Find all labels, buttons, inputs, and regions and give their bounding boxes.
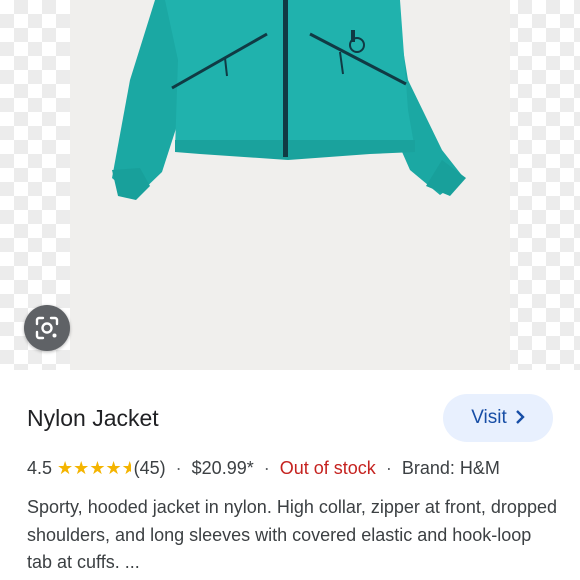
product-price: $20.99* [191,458,254,478]
stars-full: ★★★★ [57,458,122,478]
product-brand: Brand: H&M [401,458,500,478]
product-description: Sporty, hooded jacket in nylon. High col… [27,497,557,572]
lens-search-button[interactable] [24,305,70,351]
star-rating-icon: ★★★★★ [57,458,134,478]
visit-button[interactable]: Visit [443,394,553,442]
chevron-right-icon [515,408,525,429]
product-title[interactable]: Nylon Jacket [27,404,159,432]
jacket-image [112,0,466,200]
lens-search-icon [35,316,59,340]
visit-button-label: Visit [471,407,507,428]
separator-dot: · [385,458,392,478]
review-count[interactable]: (45) [134,458,166,478]
product-meta: 4.5 ★★★★★ (45) · $20.99* · Out of stock … [27,456,500,480]
rating-value: 4.5 [27,458,53,478]
product-photo[interactable] [70,0,510,370]
separator-dot: · [263,458,270,478]
star-half-icon: ★ [121,458,131,478]
product-image-area[interactable] [0,0,580,370]
separator-dot: · [175,458,182,478]
stock-status: Out of stock [279,458,376,478]
